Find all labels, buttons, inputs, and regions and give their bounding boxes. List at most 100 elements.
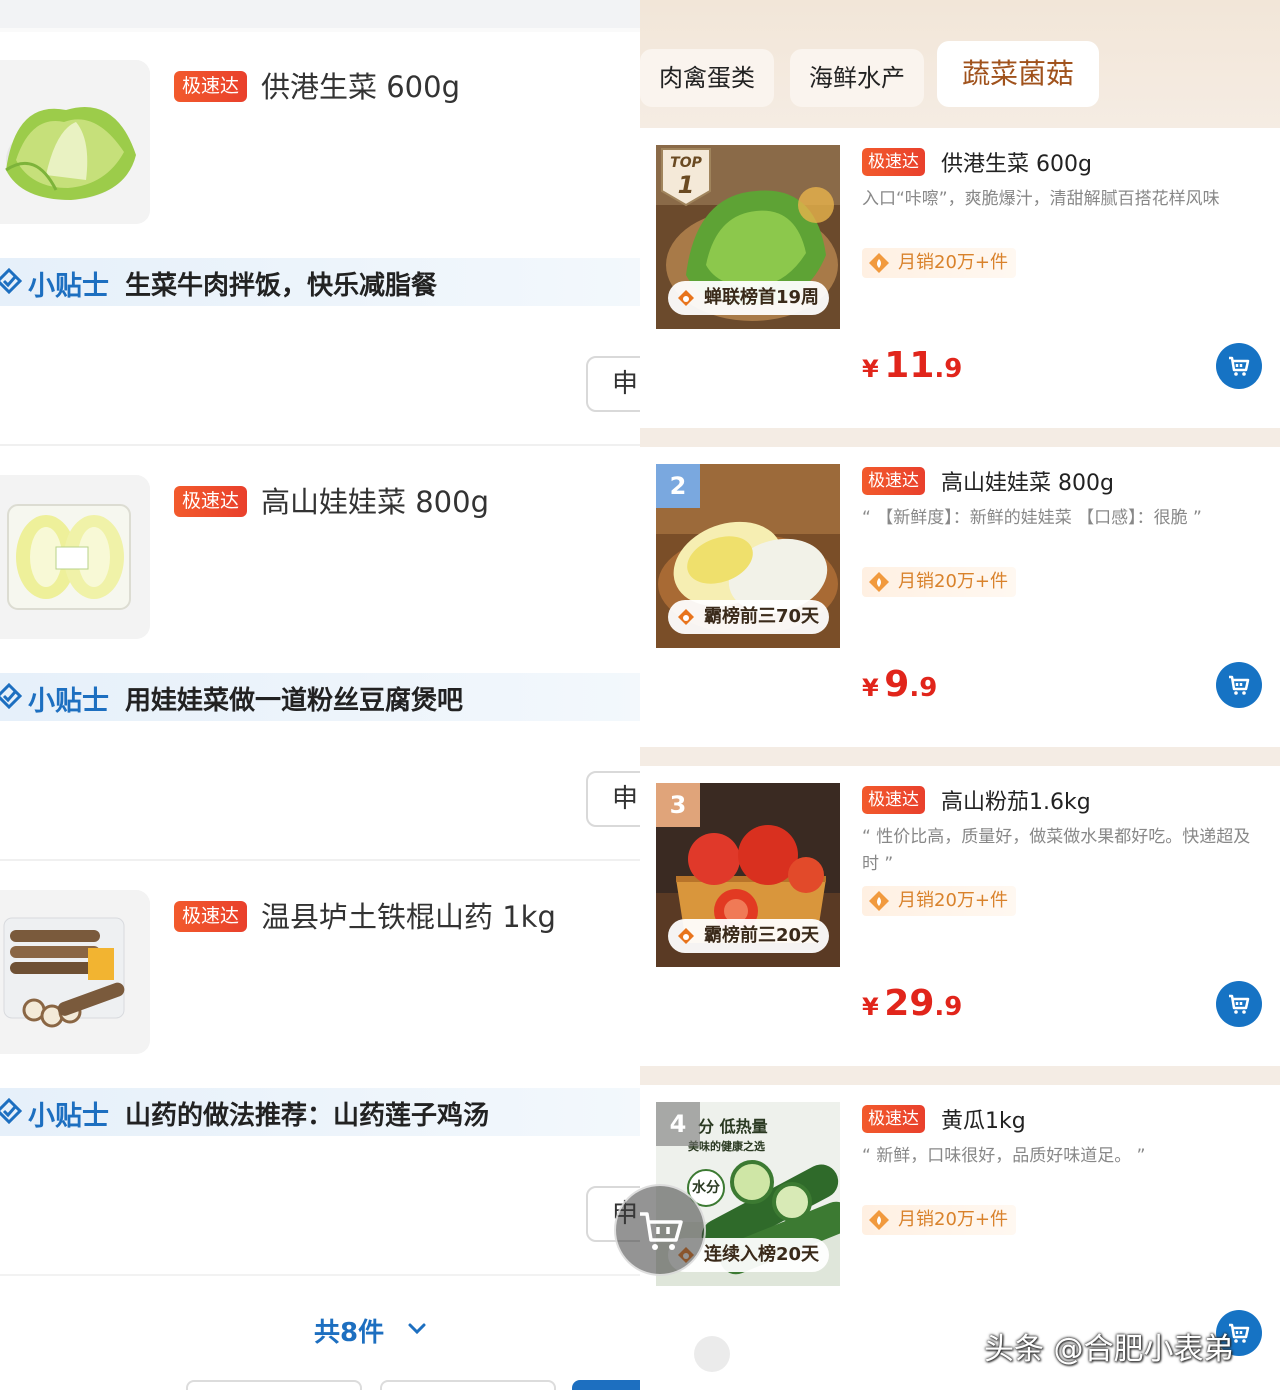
cart-icon (1229, 356, 1250, 376)
price-integer: 11 (884, 345, 935, 386)
rank-pill-text: 霸榜前三70天 (704, 606, 820, 627)
tab-meat-eggs[interactable]: 肉禽蛋类 (640, 49, 774, 107)
list-item[interactable]: 极速达 高山娃娃菜 800g 小贴士 用娃娃菜做一道粉丝豆腐煲吧 申 (0, 475, 640, 890)
total-count-toggle[interactable]: 共8件 (314, 1312, 384, 1349)
bottom-button[interactable] (380, 1380, 556, 1390)
rank-pill-text: 连续入榜20天 (704, 1244, 820, 1265)
add-to-cart-button[interactable] (1216, 343, 1262, 389)
add-to-cart-button[interactable] (1216, 981, 1262, 1027)
cart-icon (1229, 675, 1250, 695)
fast-delivery-badge: 极速达 (862, 1105, 925, 1133)
tip-bar: 小贴士 山药的做法推荐：山药莲子鸡汤 (0, 1088, 640, 1136)
rank-number: 2 (656, 464, 700, 508)
sales-text: 月销20万+件 (898, 890, 1008, 911)
chevron-down-icon[interactable] (406, 1318, 428, 1340)
hot-icon (869, 891, 889, 911)
rank-pill: 霸榜前三70天 (668, 600, 830, 634)
hot-icon (869, 572, 889, 592)
bottom-primary-button[interactable] (572, 1380, 640, 1390)
tip-check-icon (0, 683, 22, 709)
product-image[interactable]: 3 霸榜前三20天 (656, 783, 840, 967)
sales-tag: 月销20万+件 (862, 1205, 1016, 1235)
top-strip (0, 0, 640, 28)
product-desc: 入口“咔嚓”，爽脆爆汁，清甜解腻百搭花样风味 (862, 189, 1220, 209)
product-title[interactable]: 供港生菜 600g (261, 64, 460, 106)
hot-icon (869, 1210, 889, 1230)
cart-icon (640, 1212, 683, 1250)
tip-text: 用娃娃菜做一道粉丝豆腐煲吧 (125, 686, 464, 716)
top-strip-line (0, 28, 640, 32)
fire-icon (678, 928, 694, 944)
cucumber-water-label: 水分 (692, 1179, 720, 1196)
fire-icon (678, 609, 694, 625)
sales-tag: 月销20万+件 (862, 567, 1016, 597)
yam-image (0, 890, 150, 1054)
price-integer: 9 (884, 664, 910, 705)
product-image-yam[interactable] (0, 890, 150, 1054)
watermark-avatar (694, 1336, 730, 1372)
rank-number: 3 (656, 783, 700, 827)
price: ¥ 9.9 (862, 664, 937, 705)
add-to-cart-button[interactable] (1216, 662, 1262, 708)
sales-text: 月销20万+件 (898, 571, 1008, 592)
list-item[interactable]: 极速达 温县垆土铁棍山药 1kg 小贴士 山药的做法推荐：山药莲子鸡汤 申 (0, 890, 640, 1305)
price: ¥ 29.9 (862, 983, 962, 1024)
screenshot-root: 极速达 供港生菜 600g 小贴士 生菜牛肉拌饭，快乐减脂餐 申 极速达 高山娃… (0, 0, 1280, 1390)
tip-check-icon (0, 268, 22, 294)
tip-text: 山药的做法推荐：山药莲子鸡汤 (125, 1101, 490, 1131)
product-image[interactable]: 2 霸榜前三70天 (656, 464, 840, 648)
watermark: 头条 @合肥小表弟 (984, 1332, 1234, 1367)
divider (0, 444, 640, 446)
price-decimal: .9 (934, 992, 963, 1022)
product-card[interactable]: 3 霸榜前三20天 极速达 高山粉茄1.6kg “ 性价比高，质量好，做菜做水果… (640, 766, 1280, 1066)
product-desc: “ 【新鲜度】：新鲜的娃娃菜 【口感】：很脆 ” (862, 508, 1202, 528)
sales-tag: 月销20万+件 (862, 886, 1016, 916)
product-title[interactable]: 高山娃娃菜 800g (261, 479, 489, 521)
product-image-baby-cabbage[interactable] (0, 475, 150, 639)
product-title[interactable]: 供港生菜 600g (941, 146, 1092, 178)
cucumber-headline: 分 低热量 (698, 1117, 768, 1136)
fast-delivery-badge: 极速达 (174, 486, 248, 517)
rank-pill-text: 霸榜前三20天 (704, 925, 820, 946)
product-title[interactable]: 高山娃娃菜 800g (941, 465, 1114, 497)
tip-label: 小贴士 (28, 1101, 109, 1132)
sales-text: 月销20万+件 (898, 252, 1008, 273)
fire-icon (678, 290, 694, 306)
product-card[interactable]: TOP 1 蝉联榜首19周 极速达 供港生菜 600g 入口“咔嚓”，爽脆爆汁，… (640, 128, 1280, 428)
fast-delivery-badge: 极速达 (862, 148, 925, 176)
tab-vegetables[interactable]: 蔬菜菌菇 (937, 41, 1099, 107)
price-decimal: .9 (934, 354, 963, 384)
floating-cart-button[interactable] (614, 1184, 706, 1276)
price-currency: ¥ (862, 993, 879, 1021)
product-image[interactable]: TOP 1 蝉联榜首19周 (656, 145, 840, 329)
top1-rank-icon: TOP 1 (661, 148, 711, 207)
price-currency: ¥ (862, 674, 879, 702)
left-panel: 极速达 供港生菜 600g 小贴士 生菜牛肉拌饭，快乐减脂餐 申 极速达 高山娃… (0, 0, 640, 1390)
fast-delivery-badge: 极速达 (174, 901, 248, 932)
price-integer: 29 (884, 983, 935, 1024)
product-title[interactable]: 黄瓜1kg (941, 1103, 1026, 1135)
svg-text:TOP: TOP (670, 155, 702, 171)
price-decimal: .9 (909, 673, 938, 703)
right-panel: 肉禽蛋类 海鲜水产 蔬菜菌菇 TOP 1 蝉联榜首19周 极速达 供港生菜 60… (640, 0, 1280, 1390)
category-tabs: 肉禽蛋类 海鲜水产 蔬菜菌菇 (640, 0, 1280, 128)
product-desc: “ 新鲜，口味很好，品质好味道足。 ” (862, 1146, 1146, 1166)
tip-text: 生菜牛肉拌饭，快乐减脂餐 (125, 271, 438, 301)
tip-bar: 小贴士 用娃娃菜做一道粉丝豆腐煲吧 (0, 673, 640, 721)
svg-text:1: 1 (678, 171, 695, 199)
tip-bar: 小贴士 生菜牛肉拌饭，快乐减脂餐 (0, 258, 640, 306)
rank-pill-text: 蝉联榜首19周 (704, 287, 820, 308)
tab-seafood[interactable]: 海鲜水产 (790, 49, 924, 107)
product-title[interactable]: 高山粉茄1.6kg (941, 784, 1091, 816)
product-image-lettuce[interactable] (0, 60, 150, 224)
cart-icon (1229, 994, 1250, 1014)
list-item[interactable]: 极速达 供港生菜 600g 小贴士 生菜牛肉拌饭，快乐减脂餐 申 (0, 60, 640, 475)
product-title[interactable]: 温县垆土铁棍山药 1kg (261, 894, 556, 936)
tip-check-icon (0, 1098, 22, 1124)
baby-cabbage-image (0, 475, 150, 639)
bottom-button[interactable] (186, 1380, 362, 1390)
rank-number: 4 (656, 1102, 700, 1146)
product-card[interactable]: 2 霸榜前三70天 极速达 高山娃娃菜 800g “ 【新鲜度】：新鲜的娃娃菜 … (640, 447, 1280, 747)
action-button[interactable]: 申 (586, 771, 640, 827)
action-button[interactable]: 申 (586, 356, 640, 412)
